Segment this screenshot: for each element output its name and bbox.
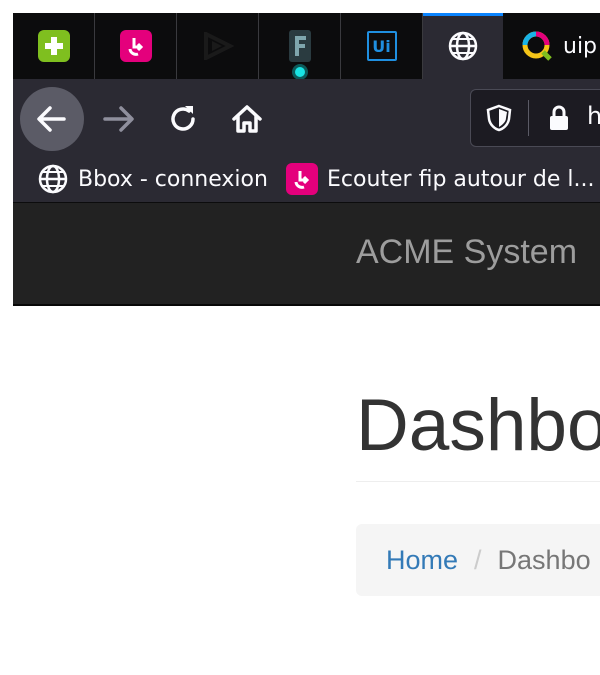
fip-radio-icon	[286, 163, 318, 195]
nav-toolbar: h	[13, 79, 600, 155]
tab-label: uip	[563, 33, 598, 59]
tab-media-player[interactable]	[177, 13, 259, 79]
bookmark-label: Ecouter fip autour de l...	[327, 166, 595, 192]
tab-add-extension[interactable]	[13, 13, 95, 79]
audio-playing-indicator	[294, 67, 305, 77]
tab-f-app[interactable]	[259, 13, 341, 79]
reload-icon	[171, 106, 195, 131]
tab-uipath-qlik[interactable]: uip	[503, 13, 600, 79]
arrow-left-icon	[37, 106, 66, 132]
site-navbar: ACME System	[13, 203, 600, 306]
arrow-right-icon	[103, 106, 134, 132]
brand-link[interactable]: ACME System	[356, 233, 577, 272]
tab-uipath[interactable]: Ui	[341, 13, 423, 79]
tab-current-page[interactable]	[423, 13, 503, 79]
title-divider	[356, 481, 600, 482]
bookmark-bbox[interactable]: Bbox - connexion	[37, 162, 268, 196]
page-title: Dashbo	[356, 385, 600, 466]
browser-window: Ui uip h Bbox - connexion Ecouter fip au…	[13, 13, 600, 306]
breadcrumb-separator: /	[474, 544, 482, 575]
url-bar-divider	[528, 100, 529, 136]
tracking-protection-shield-icon[interactable]	[485, 104, 513, 132]
green-plus-icon	[37, 30, 70, 62]
home-button[interactable]	[227, 99, 267, 139]
uipath-ui-icon: Ui	[366, 31, 397, 61]
tab-strip: Ui uip	[13, 13, 600, 79]
home-icon	[232, 105, 262, 133]
f-app-icon	[288, 30, 311, 62]
globe-icon	[447, 30, 479, 62]
bookmarks-toolbar: Bbox - connexion Ecouter fip autour de l…	[13, 155, 600, 203]
globe-icon	[38, 164, 68, 194]
bookmark-fip[interactable]: Ecouter fip autour de l...	[286, 162, 595, 196]
q-logo-icon	[521, 30, 553, 62]
bookmark-label: Bbox - connexion	[78, 166, 268, 192]
lock-icon[interactable]	[545, 104, 573, 132]
url-bar[interactable]: h	[470, 89, 600, 147]
url-text[interactable]: h	[587, 102, 600, 130]
breadcrumb-home-link[interactable]: Home	[386, 545, 458, 576]
reload-button[interactable]	[163, 99, 203, 139]
fip-radio-icon	[119, 30, 152, 62]
breadcrumb-current: Dashbo	[497, 544, 591, 575]
tab-fip-radio[interactable]	[95, 13, 177, 79]
play-triangle-icon	[202, 30, 234, 62]
back-button[interactable]	[20, 87, 84, 151]
breadcrumb: Home / Dashbo	[356, 524, 600, 596]
forward-button[interactable]	[99, 99, 139, 139]
